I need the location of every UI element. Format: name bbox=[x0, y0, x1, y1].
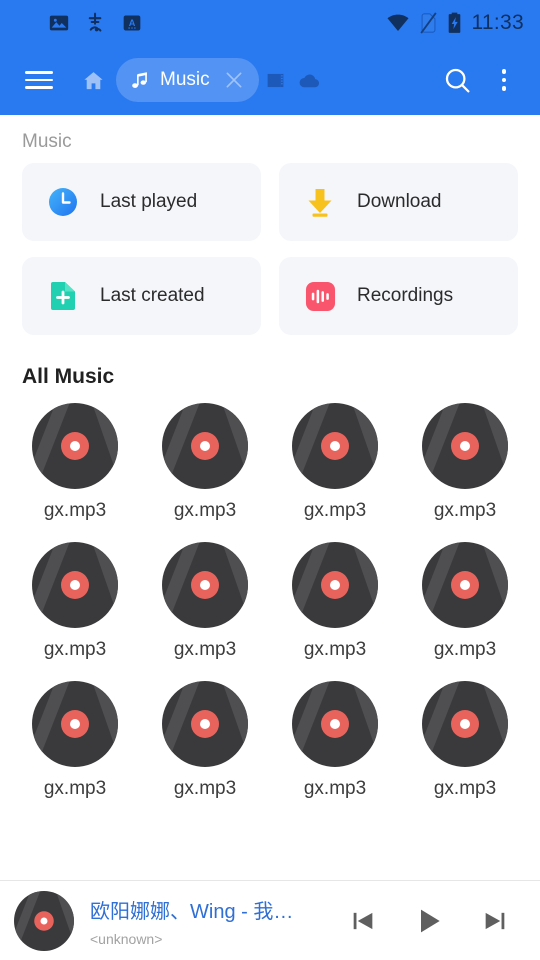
vinyl-record-icon bbox=[422, 542, 508, 628]
breadcrumb: Music bbox=[22, 131, 72, 152]
list-item-label: gx.mp3 bbox=[43, 778, 107, 799]
list-item-label: gx.mp3 bbox=[303, 778, 367, 799]
list-item-label: gx.mp3 bbox=[173, 639, 237, 660]
card-download-label: Download bbox=[357, 191, 442, 212]
list-item[interactable]: gx.mp3 bbox=[270, 403, 400, 522]
music-grid: gx.mp3 gx.mp3 gx.mp3 gx.mp3 gx.mp3 gx.mp… bbox=[0, 403, 540, 800]
wifi-icon bbox=[387, 14, 408, 31]
vinyl-record-icon bbox=[422, 403, 508, 489]
home-tab-button[interactable] bbox=[74, 69, 112, 92]
list-item-label: gx.mp3 bbox=[43, 639, 107, 660]
card-last-created[interactable]: Last created bbox=[22, 257, 261, 335]
vinyl-record-icon bbox=[32, 403, 118, 489]
now-playing-artwork-vinyl-record-icon[interactable] bbox=[14, 890, 74, 951]
play-icon bbox=[421, 909, 440, 932]
vinyl-record-icon bbox=[162, 681, 248, 767]
vinyl-record-icon bbox=[292, 403, 378, 489]
sim-card-off-icon bbox=[419, 11, 437, 34]
file-plus-icon bbox=[46, 279, 80, 313]
music-browser-screen: A 11:33 Music Music Last played Download… bbox=[0, 0, 540, 960]
close-icon bbox=[226, 72, 242, 88]
tab-ebook-button[interactable] bbox=[259, 70, 293, 91]
list-item[interactable]: gx.mp3 bbox=[270, 542, 400, 661]
tab-cloud-button[interactable] bbox=[293, 69, 327, 92]
download-icon bbox=[303, 185, 337, 219]
list-item[interactable]: gx.mp3 bbox=[400, 403, 530, 522]
list-item[interactable]: gx.mp3 bbox=[270, 681, 400, 800]
menu-icon bbox=[25, 66, 53, 94]
pinyin-input-icon bbox=[88, 12, 102, 32]
app-toolbar: Music bbox=[0, 45, 540, 115]
image-icon bbox=[49, 15, 69, 30]
card-recordings-label: Recordings bbox=[357, 285, 454, 306]
tab-music-label: Music bbox=[160, 69, 210, 90]
list-item[interactable]: gx.mp3 bbox=[10, 403, 140, 522]
clock-icon bbox=[46, 185, 80, 219]
ebook-icon bbox=[267, 73, 284, 87]
clock-time: 11:33 bbox=[471, 10, 524, 34]
list-item[interactable]: gx.mp3 bbox=[140, 681, 270, 800]
music-note-icon bbox=[132, 71, 147, 88]
list-item-label: gx.mp3 bbox=[303, 639, 367, 660]
play-button[interactable] bbox=[408, 900, 450, 942]
svg-text:A: A bbox=[129, 17, 136, 27]
list-item-label: gx.mp3 bbox=[303, 500, 367, 521]
now-playing-artist: <unknown> bbox=[90, 930, 163, 947]
vinyl-record-icon bbox=[32, 681, 118, 767]
list-item-label: gx.mp3 bbox=[433, 639, 497, 660]
now-playing-title: 欧阳娜娜、Wing - 我… bbox=[90, 900, 294, 923]
next-button[interactable] bbox=[474, 900, 516, 942]
card-last-played-label: Last played bbox=[100, 191, 198, 212]
list-item-label: gx.mp3 bbox=[433, 778, 497, 799]
list-item[interactable]: gx.mp3 bbox=[140, 542, 270, 661]
cloud-icon bbox=[299, 74, 320, 87]
previous-button[interactable] bbox=[342, 900, 384, 942]
status-bar-right-icons: 11:33 bbox=[386, 11, 525, 35]
list-item[interactable]: gx.mp3 bbox=[400, 681, 530, 800]
list-item-label: gx.mp3 bbox=[43, 500, 107, 521]
list-item[interactable]: gx.mp3 bbox=[400, 542, 530, 661]
card-last-played[interactable]: Last played bbox=[22, 163, 261, 241]
card-recordings[interactable]: Recordings bbox=[279, 257, 518, 335]
section-title-all-music: All Music bbox=[22, 365, 115, 388]
search-icon bbox=[445, 68, 470, 93]
list-item[interactable]: gx.mp3 bbox=[10, 542, 140, 661]
overflow-menu-button[interactable] bbox=[482, 58, 526, 102]
card-last-created-label: Last created bbox=[100, 285, 205, 306]
tab-music[interactable]: Music bbox=[116, 58, 259, 102]
list-item-label: gx.mp3 bbox=[433, 500, 497, 521]
status-bar-left-icons: A bbox=[48, 11, 142, 34]
status-bar: A 11:33 bbox=[0, 0, 540, 45]
tab-close-button[interactable] bbox=[219, 65, 249, 95]
search-button[interactable] bbox=[432, 55, 482, 105]
battery-charging-icon bbox=[448, 12, 460, 33]
skip-next-icon bbox=[485, 912, 505, 929]
vinyl-record-icon bbox=[292, 681, 378, 767]
toolbar-right-actions bbox=[432, 55, 526, 105]
list-item-label: gx.mp3 bbox=[173, 778, 237, 799]
list-item[interactable]: gx.mp3 bbox=[10, 681, 140, 800]
tab-strip: Music bbox=[74, 58, 432, 102]
more-vert-icon bbox=[501, 69, 507, 74]
playback-controls bbox=[342, 900, 516, 942]
vinyl-record-icon bbox=[162, 542, 248, 628]
content-area: Music Last played Download Last created … bbox=[0, 115, 540, 960]
skip-previous-icon bbox=[353, 912, 373, 929]
list-item[interactable]: gx.mp3 bbox=[140, 403, 270, 522]
now-playing-bar[interactable]: 欧阳娜娜、Wing - 我… <unknown> bbox=[0, 880, 540, 960]
vinyl-record-icon bbox=[32, 542, 118, 628]
quick-access-cards: Last played Download Last created Record… bbox=[0, 163, 540, 335]
vinyl-record-icon bbox=[162, 403, 248, 489]
now-playing-meta: 欧阳娜娜、Wing - 我… <unknown> bbox=[90, 895, 342, 947]
menu-button[interactable] bbox=[14, 55, 64, 105]
list-item-label: gx.mp3 bbox=[173, 500, 237, 521]
waveform-icon bbox=[303, 279, 337, 313]
home-icon bbox=[83, 71, 103, 89]
text-a-icon: A bbox=[123, 15, 141, 30]
vinyl-record-icon bbox=[292, 542, 378, 628]
vinyl-record-icon bbox=[422, 681, 508, 767]
card-download[interactable]: Download bbox=[279, 163, 518, 241]
